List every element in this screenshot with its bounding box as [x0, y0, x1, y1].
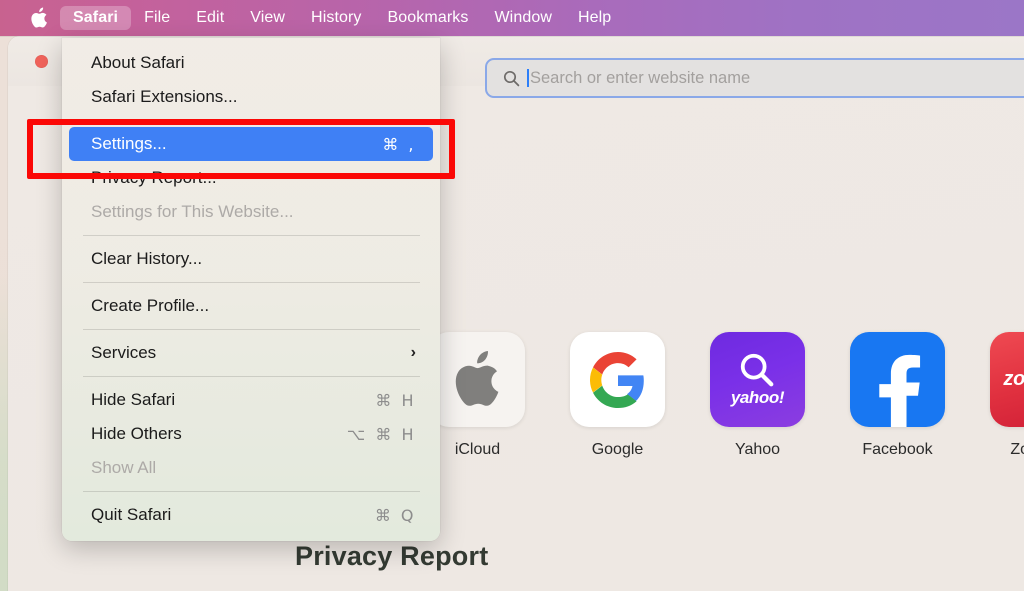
menu-item-shortcut: ⌥ ⌘ H	[346, 424, 416, 444]
favorite-label: Facebook	[862, 441, 933, 458]
menu-item-shortcut: ⌘ ,	[382, 134, 416, 154]
menubar-item-edit[interactable]: Edit	[183, 6, 237, 30]
search-icon	[503, 70, 520, 87]
google-tile[interactable]	[570, 332, 665, 427]
facebook-tile[interactable]	[850, 332, 945, 427]
macos-menubar: Safari File Edit View History Bookmarks …	[0, 0, 1024, 36]
favorites-row: iCloud Google yahoo! Yahoo Facebook zo Z	[430, 332, 1024, 459]
menubar-item-help[interactable]: Help	[565, 6, 624, 30]
favorite-label: Yahoo	[734, 441, 781, 458]
menu-item-label: Quit Safari	[91, 505, 172, 524]
menu-separator	[83, 491, 420, 492]
menubar-item-history[interactable]: History	[298, 6, 374, 30]
privacy-report-heading: Privacy Report	[295, 541, 489, 571]
favorite-label: Google	[591, 441, 644, 458]
text-cursor	[527, 69, 529, 87]
chevron-right-icon: ›	[410, 344, 416, 361]
menu-item-label: Privacy Report...	[91, 168, 217, 187]
menu-item-settings[interactable]: Settings... ⌘ ,	[69, 127, 433, 161]
menu-item-shortcut: ⌘ Q	[374, 505, 416, 525]
menu-item-label: Create Profile...	[91, 296, 210, 315]
menu-item-safari-extensions[interactable]: Safari Extensions...	[69, 80, 433, 114]
menu-item-clear-history[interactable]: Clear History...	[69, 242, 433, 276]
menu-item-label: Settings for This Website...	[91, 202, 294, 221]
favorite-google[interactable]: Google	[570, 332, 665, 459]
menu-item-about-safari[interactable]: About Safari	[69, 46, 433, 80]
facebook-f-icon	[878, 354, 920, 427]
favorite-zomato[interactable]: zomato Zomato	[990, 332, 1024, 459]
yahoo-tile[interactable]: yahoo!	[710, 332, 805, 427]
search-input[interactable]: Search or enter website name	[485, 58, 1024, 98]
menubar-item-bookmarks[interactable]: Bookmarks	[375, 6, 482, 30]
favorite-yahoo[interactable]: yahoo! Yahoo	[710, 332, 805, 459]
menu-item-label: About Safari	[91, 53, 185, 72]
google-g-icon	[589, 351, 644, 408]
zomato-wordmark-icon: zomato	[1003, 368, 1024, 390]
menu-separator	[83, 120, 420, 121]
search-placeholder: Search or enter website name	[530, 68, 751, 87]
menu-item-label: Safari Extensions...	[91, 87, 238, 106]
menu-separator	[83, 329, 420, 330]
favorite-label: iCloud	[454, 441, 501, 458]
menu-item-label: Settings...	[91, 134, 167, 153]
menubar-item-safari[interactable]: Safari	[60, 6, 132, 30]
menu-item-hide-safari[interactable]: Hide Safari ⌘ H	[69, 383, 433, 417]
menu-item-label: Clear History...	[91, 249, 203, 268]
menubar-item-window[interactable]: Window	[481, 6, 565, 30]
menu-separator	[83, 282, 420, 283]
yahoo-search-icon	[741, 353, 774, 387]
apple-logo-icon[interactable]	[22, 7, 56, 30]
menu-separator	[83, 235, 420, 236]
apple-logo-icon	[455, 350, 498, 406]
yahoo-wordmark: yahoo!	[730, 388, 785, 407]
menu-item-settings-for-this-website: Settings for This Website...	[69, 195, 433, 229]
menu-separator	[83, 376, 420, 377]
menu-item-show-all: Show All	[69, 451, 433, 485]
zomato-tile[interactable]: zomato	[990, 332, 1024, 427]
safari-application-menu: About Safari Safari Extensions... Settin…	[62, 38, 440, 541]
menu-item-quit-safari[interactable]: Quit Safari ⌘ Q	[69, 498, 433, 532]
menubar-item-view[interactable]: View	[237, 6, 298, 30]
icloud-tile[interactable]	[430, 332, 525, 427]
menubar-item-file[interactable]: File	[131, 6, 183, 30]
favorite-facebook[interactable]: Facebook	[850, 332, 945, 459]
menu-item-label: Services	[91, 343, 157, 362]
menu-item-services[interactable]: Services ›	[69, 336, 433, 370]
menu-item-label: Show All	[91, 458, 157, 477]
menu-item-privacy-report[interactable]: Privacy Report...	[69, 161, 433, 195]
favorite-icloud[interactable]: iCloud	[430, 332, 525, 459]
menu-item-hide-others[interactable]: Hide Others ⌥ ⌘ H	[69, 417, 433, 451]
menu-item-label: Hide Others	[91, 424, 182, 443]
menu-item-label: Hide Safari	[91, 390, 176, 409]
close-window-button[interactable]	[35, 54, 48, 68]
favorite-label: Zomato	[1010, 441, 1024, 458]
menu-item-create-profile[interactable]: Create Profile...	[69, 289, 433, 323]
menu-item-shortcut: ⌘ H	[375, 390, 416, 410]
